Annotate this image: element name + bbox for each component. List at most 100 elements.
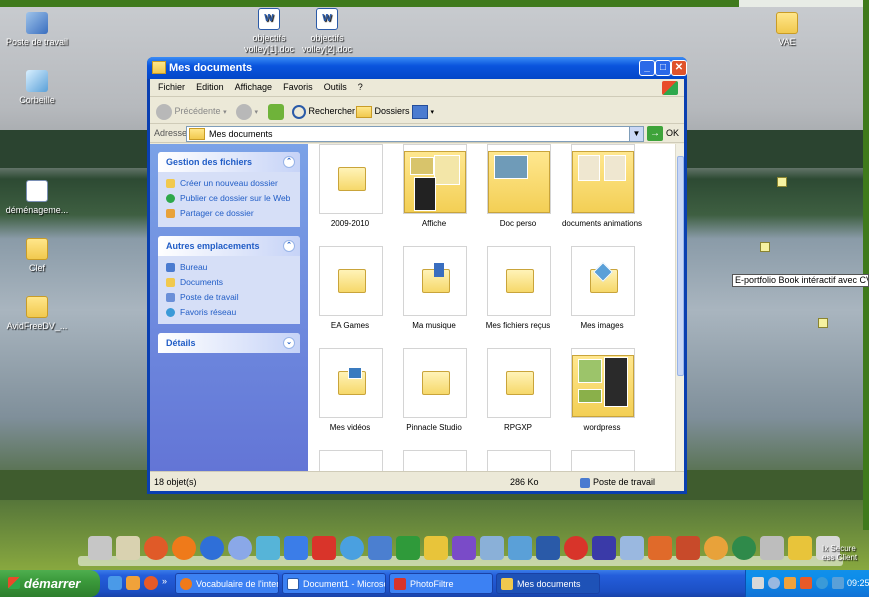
dock-app-icon[interactable] [284, 536, 308, 560]
desktop-icon-objectifs-volley-2[interactable]: W objectifs volley[2].doc [292, 8, 362, 55]
desktop-item-label[interactable]: E-portfolio Book intéractif avec CV, Fil… [732, 274, 869, 287]
clock[interactable]: 09:25 [847, 578, 869, 588]
up-folder-button[interactable] [268, 103, 284, 120]
views-button[interactable]: ▾ [412, 103, 434, 119]
dock-app-icon[interactable] [424, 536, 448, 560]
place-my-computer[interactable]: Poste de travail [158, 290, 300, 305]
place-network[interactable]: Favoris réseau [158, 305, 300, 320]
collapse-chevron-icon[interactable]: ⌃ [283, 156, 295, 168]
dock-app-icon[interactable] [256, 536, 280, 560]
desktop-icon-avidfreedv[interactable]: AvidFreeDV_... [2, 296, 72, 332]
go-button[interactable]: → [647, 126, 663, 141]
dock-app-icon[interactable] [88, 536, 112, 560]
vertical-scrollbar[interactable] [675, 144, 684, 471]
desktop-icon-vae[interactable]: VAE [752, 12, 822, 48]
details-header[interactable]: Détails ⌄ [158, 333, 300, 353]
file-item-wordpress[interactable]: wordpress [560, 348, 644, 448]
dock-app-icon[interactable] [508, 536, 532, 560]
desktop-icon-demenagement[interactable]: déménageme... [2, 180, 72, 216]
task-new-folder[interactable]: Créer un nouveau dossier [158, 176, 300, 191]
taskbar-task-photofiltre[interactable]: PhotoFiltre [389, 573, 493, 594]
sticky-note-icon[interactable] [760, 242, 770, 252]
file-item-partial[interactable] [392, 450, 476, 471]
taskbar-task-vocabulaire[interactable]: Vocabulaire de l'inter... [175, 573, 279, 594]
forward-button[interactable]: ▾ [236, 103, 258, 120]
dock-app-icon[interactable] [704, 536, 728, 560]
quicklaunch-more-button[interactable]: » [162, 576, 167, 586]
menu-fichier[interactable]: Fichier [158, 82, 185, 92]
dock-app-icon[interactable] [144, 536, 168, 560]
dock-app-icon[interactable] [564, 536, 588, 560]
taskbar-task-mes-documents[interactable]: Mes documents [496, 573, 600, 594]
menu-favoris[interactable]: Favoris [283, 82, 313, 92]
minimize-button[interactable]: _ [639, 60, 655, 76]
file-item-pinnacle-studio[interactable]: Pinnacle Studio [392, 348, 476, 448]
file-item-mes-images[interactable]: Mes images [560, 246, 644, 346]
file-item-partial[interactable] [560, 450, 644, 471]
dock-app-icon[interactable] [480, 536, 504, 560]
file-item-2009-2010[interactable]: 2009-2010 [308, 144, 392, 244]
file-item-affiche[interactable]: Affiche [392, 144, 476, 244]
back-button[interactable]: Précédente ▾ [156, 103, 227, 120]
file-item-partial[interactable] [476, 450, 560, 471]
file-item-doc-perso[interactable]: Doc perso [476, 144, 560, 244]
quicklaunch-app-icon[interactable] [144, 576, 158, 590]
dock-excel-icon[interactable] [396, 536, 420, 560]
file-item-mes-videos[interactable]: Mes vidéos [308, 348, 392, 448]
network-icon[interactable] [816, 577, 828, 589]
expand-chevron-icon[interactable]: ⌄ [283, 337, 295, 349]
dock-app-icon[interactable] [340, 536, 364, 560]
dock-app-icon[interactable] [452, 536, 476, 560]
file-tasks-header[interactable]: Gestion des fichiers ⌃ [158, 152, 300, 172]
dock-app-icon[interactable] [116, 536, 140, 560]
other-places-header[interactable]: Autres emplacements ⌃ [158, 236, 300, 256]
search-tray-icon[interactable] [832, 577, 844, 589]
dock-app-icon[interactable] [620, 536, 644, 560]
tray-app-icon[interactable] [768, 577, 780, 589]
dock-app-icon[interactable] [228, 536, 252, 560]
dock-firefox-icon[interactable] [172, 536, 196, 560]
dock-app-icon[interactable] [200, 536, 224, 560]
close-button[interactable]: ✕ [671, 60, 687, 76]
quicklaunch-app-icon[interactable] [126, 576, 140, 590]
file-item-ea-games[interactable]: EA Games [308, 246, 392, 346]
printer-icon[interactable] [752, 577, 764, 589]
file-item-rpgxp[interactable]: RPGXP [476, 348, 560, 448]
taskbar-task-document1[interactable]: Document1 - Microsof... [282, 573, 386, 594]
dock-app-icon[interactable] [732, 536, 756, 560]
menu-affichage[interactable]: Affichage [235, 82, 272, 92]
dock-word-icon[interactable] [536, 536, 560, 560]
tray-app-icon[interactable] [784, 577, 796, 589]
menu-outils[interactable]: Outils [324, 82, 347, 92]
dock-app-icon[interactable] [788, 536, 812, 560]
dock-app-icon[interactable] [676, 536, 700, 560]
sticky-note-icon[interactable] [777, 177, 787, 187]
menu-help[interactable]: ? [358, 82, 363, 92]
file-item-mes-fichiers-recus[interactable]: Mes fichiers reçus [476, 246, 560, 346]
collapse-chevron-icon[interactable]: ⌃ [283, 240, 295, 252]
sticky-note-icon[interactable] [818, 318, 828, 328]
tray-app-icon[interactable] [800, 577, 812, 589]
title-bar[interactable]: Mes documents _ □ ✕ [147, 57, 687, 79]
dock-filezilla-icon[interactable] [312, 536, 336, 560]
address-dropdown-button[interactable]: ▼ [629, 127, 643, 141]
dock-app-icon[interactable] [592, 536, 616, 560]
dock-app-icon[interactable] [648, 536, 672, 560]
file-item-ma-musique[interactable]: Ma musique [392, 246, 476, 346]
desktop-icon-my-computer[interactable]: Poste de travail [2, 12, 72, 48]
place-desktop[interactable]: Bureau [158, 260, 300, 275]
folders-button[interactable]: Dossiers [356, 103, 410, 119]
desktop-icon-recycle-bin[interactable]: Corbeille [2, 70, 72, 106]
go-label[interactable]: OK [666, 128, 679, 138]
file-item-partial[interactable] [308, 450, 392, 471]
task-share-folder[interactable]: Partager ce dossier [158, 206, 300, 221]
search-button[interactable]: Rechercher [292, 103, 355, 119]
file-item-documents-animations[interactable]: documents animations [560, 144, 644, 244]
start-button[interactable]: démarrer [0, 570, 100, 597]
scrollbar-thumb[interactable] [677, 156, 684, 376]
desktop-icon-clef[interactable]: Clef [2, 238, 72, 274]
dock-app-icon[interactable] [368, 536, 392, 560]
task-publish-web[interactable]: Publier ce dossier sur le Web [158, 191, 300, 206]
menu-edition[interactable]: Edition [196, 82, 224, 92]
dock-app-icon[interactable] [760, 536, 784, 560]
